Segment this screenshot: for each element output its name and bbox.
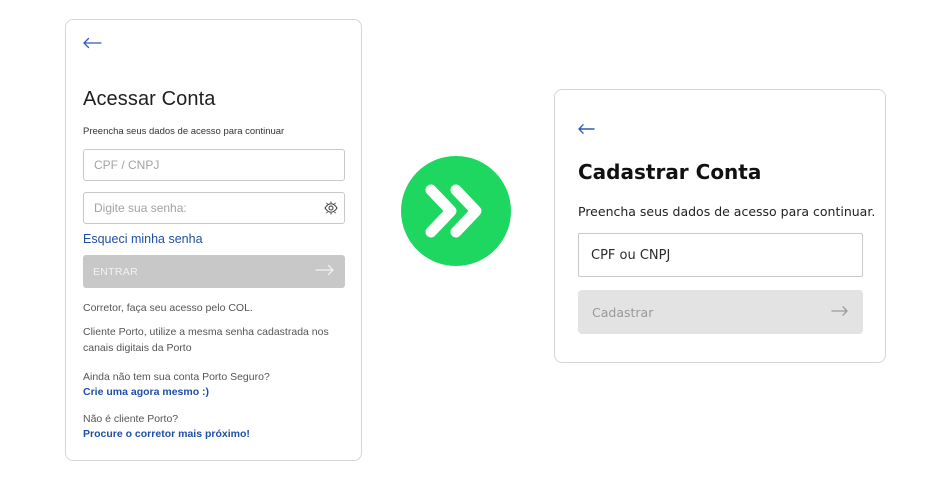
login-card: Acessar Conta Preencha seus dados de ace… [65, 19, 362, 461]
register-submit-button[interactable]: Cadastrar [578, 290, 863, 334]
corretor-info-text: Corretor, faça seu acesso pelo COL. [83, 302, 253, 314]
not-client-text: Não é cliente Porto? [83, 413, 179, 425]
arrow-right-icon [831, 305, 849, 320]
cliente-info-text: Cliente Porto, utilize a mesma senha cad… [83, 326, 329, 354]
page-title: Cadastrar Conta [578, 160, 762, 184]
login-submit-label: ENTRAR [93, 265, 138, 278]
login-submit-button[interactable]: ENTRAR [83, 255, 345, 288]
forgot-password-link[interactable]: Esqueci minha senha [83, 232, 203, 246]
find-broker-link[interactable]: Procure o corretor mais próximo! [83, 428, 250, 440]
double-chevron-right-icon [401, 156, 511, 266]
password-input[interactable] [83, 192, 345, 224]
register-submit-label: Cadastrar [592, 304, 654, 320]
back-arrow-icon[interactable] [577, 123, 595, 135]
register-card: Cadastrar Conta Preencha seus dados de a… [554, 89, 886, 363]
page-title: Acessar Conta [83, 88, 216, 110]
page-subtitle: Preencha seus dados de acesso para conti… [578, 204, 876, 219]
cpf-cnpj-input[interactable] [83, 149, 345, 181]
eye-icon[interactable] [324, 201, 338, 220]
no-account-text: Ainda não tem sua conta Porto Seguro? [83, 371, 270, 383]
cpf-cnpj-input[interactable] [578, 233, 863, 277]
arrow-right-icon [315, 264, 335, 279]
create-account-link[interactable]: Crie uma agora mesmo :) [83, 386, 209, 398]
page-subtitle: Preencha seus dados de acesso para conti… [83, 126, 285, 137]
back-arrow-icon[interactable] [82, 37, 102, 49]
